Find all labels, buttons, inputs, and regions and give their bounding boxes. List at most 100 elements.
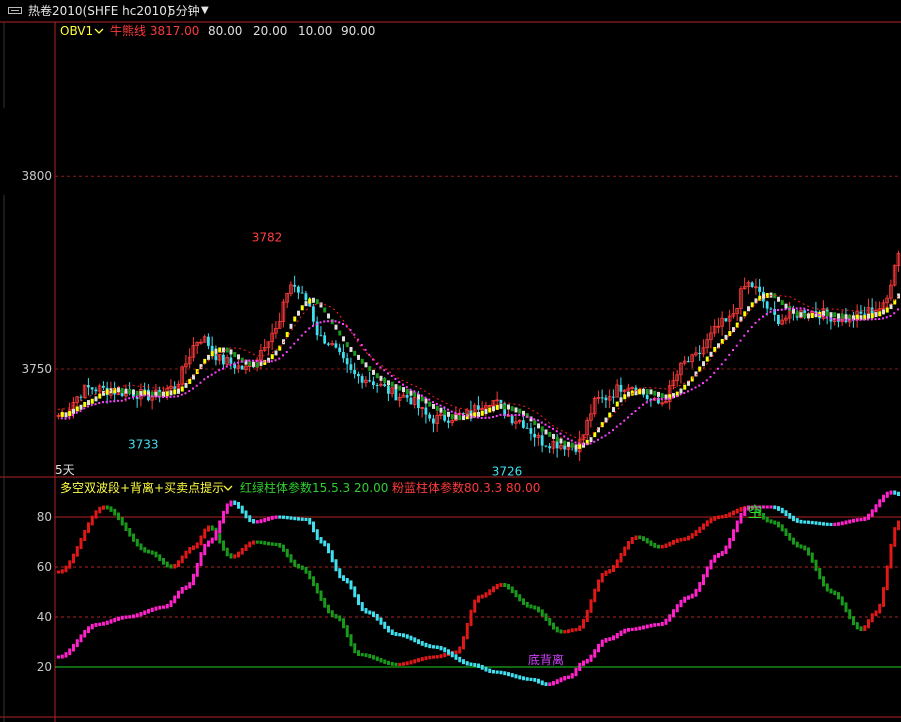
ma-magenta-dot (458, 413, 461, 416)
candle-body (870, 307, 874, 314)
main-indicator-name[interactable]: OBV1 (60, 24, 93, 38)
price-annotation: 3782 (252, 231, 283, 245)
ma-magenta-dot (780, 308, 783, 311)
ma-magenta-dot (308, 327, 311, 330)
oscillator-bar (514, 590, 518, 598)
oscillator-bar (597, 643, 600, 653)
chevron-down-icon[interactable] (94, 28, 104, 34)
candle-body (383, 384, 387, 387)
oscillator-bar (499, 583, 503, 587)
ma-magenta-dot (222, 367, 224, 370)
oscillator-bar (818, 521, 822, 526)
ma-band-segment (432, 403, 435, 409)
ma-band-segment (289, 323, 293, 329)
ma-band-segment (383, 377, 387, 383)
ma-magenta-dot (807, 309, 809, 312)
ma-band-segment (312, 297, 315, 303)
ma-band-segment (653, 390, 657, 396)
candle-body (777, 314, 780, 325)
oscillator-bar (615, 633, 619, 639)
candle-body (87, 385, 90, 388)
oscillator-bar (702, 574, 705, 586)
ma-magenta-dot (492, 415, 494, 418)
ma-band-segment (402, 387, 405, 393)
oscillator-bar (274, 515, 278, 519)
oscillator-bar (387, 660, 390, 665)
ma-band-segment (792, 308, 795, 314)
candle-body (645, 394, 649, 400)
oscillator-bar (739, 512, 743, 524)
chart-area[interactable]: OBV1 牛熊线 3817.00 80.00 20.00 10.00 90.00 380… (0, 0, 901, 722)
ma-band-segment (450, 414, 454, 420)
oscillator-bar (792, 537, 795, 545)
oscillator-bar (394, 632, 398, 636)
ma-magenta-dot (237, 361, 239, 364)
oscillator-bar (109, 506, 113, 512)
oscillator-bar (627, 628, 630, 632)
ma-band-segment (248, 361, 252, 367)
ma-band-segment (229, 349, 233, 355)
oscillator-bar (57, 570, 60, 574)
oscillator-bar (874, 610, 878, 617)
ma-magenta-dot (214, 371, 217, 374)
oscillator-bar (878, 499, 882, 508)
oscillator-bar (135, 538, 139, 547)
sub-indicator-name[interactable]: 多空双波段+背离+买卖点提示 (60, 480, 224, 495)
oscillator-bar (687, 535, 690, 541)
ma-band-segment (375, 373, 379, 379)
ma-magenta-dot (645, 401, 648, 404)
candle-body (409, 397, 413, 405)
oscillator-bar (465, 661, 469, 666)
ma-band-segment (762, 293, 765, 299)
oscillator-bar (143, 547, 147, 553)
oscillator-bar (702, 523, 705, 530)
candle-body (600, 397, 604, 399)
oscillator-bar (274, 542, 278, 546)
ma-magenta-dot (327, 320, 329, 323)
ma-band-segment (124, 388, 128, 394)
oscillator-bar (612, 565, 615, 572)
ma-magenta-dot (510, 414, 513, 417)
ma-magenta-dot (612, 429, 614, 432)
oscillator-bar (57, 655, 60, 659)
oscillator-bar (597, 579, 600, 592)
oscillator-bar (728, 537, 732, 549)
oscillator-bar (567, 675, 570, 680)
signal-label: 空 (747, 503, 762, 521)
oscillator-bar (203, 543, 207, 556)
ma-band-segment (387, 380, 390, 386)
oscillator-bar (435, 655, 439, 659)
oscillator-bar (552, 681, 555, 686)
oscillator-bar (364, 608, 368, 614)
oscillator-bar (765, 516, 769, 523)
ma-band-segment (210, 351, 214, 357)
oscillator-bar (304, 566, 308, 574)
ma-magenta-dot (788, 307, 791, 310)
ma-magenta-dot (840, 318, 843, 321)
oscillator-bar (203, 528, 207, 539)
ma-band-segment (338, 330, 342, 336)
ma-magenta-dot (762, 315, 764, 318)
oscillator-bar (117, 512, 120, 521)
ma-magenta-dot (649, 399, 652, 402)
ma-band-segment (300, 305, 304, 311)
oscillator-bar (192, 573, 195, 586)
ma-band-segment (394, 384, 398, 390)
ma-band-segment (747, 306, 750, 312)
ma-magenta-dot (837, 318, 839, 321)
oscillator-bar (360, 602, 364, 612)
ma-magenta-dot (173, 395, 176, 398)
oscillator-bar (803, 520, 807, 524)
oscillator-bar (372, 655, 375, 660)
ma-magenta-dot (158, 395, 161, 398)
ma-band-segment (218, 347, 222, 353)
candle-body (210, 345, 214, 352)
ma-magenta-dot (135, 395, 138, 398)
oscillator-bar (589, 599, 593, 613)
oscillator-bar (855, 622, 859, 630)
ma-magenta-dot (795, 307, 798, 310)
chevron-down-icon[interactable] (223, 485, 233, 491)
ma-magenta-dot (409, 388, 412, 391)
oscillator-bar (544, 613, 548, 621)
candle-body (304, 293, 308, 301)
